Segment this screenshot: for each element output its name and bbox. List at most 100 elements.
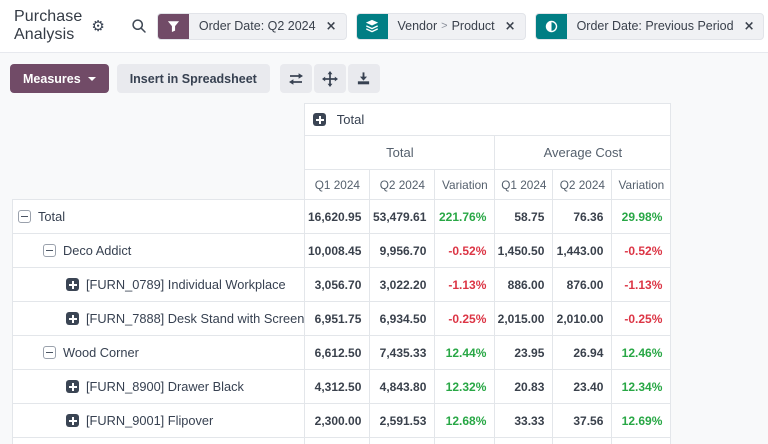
row-label[interactable]: [FURN_7888] Desk Stand with Screen xyxy=(13,302,305,336)
table-row-clipped xyxy=(13,438,671,444)
pivot-cell[interactable]: 37.56 xyxy=(553,404,612,438)
gear-icon[interactable]: ⚙ xyxy=(91,19,104,34)
search-bar[interactable]: Order Date: Q2 2024 × Vendor > Product ×… xyxy=(131,13,765,40)
pivot-cell[interactable]: 26.94 xyxy=(553,336,612,370)
expand-toggle-icon[interactable] xyxy=(43,346,56,359)
pivot-cell[interactable]: 2,300.00 xyxy=(305,404,370,438)
table-row-wood-corner: Wood Corner 6,612.50 7,435.33 12.44% 23.… xyxy=(13,336,671,370)
insert-in-spreadsheet-button[interactable]: Insert in Spreadsheet xyxy=(117,64,270,93)
pivot-cell[interactable]: 1,443.00 xyxy=(553,234,612,268)
pivot-cell[interactable]: 76.36 xyxy=(553,200,612,234)
period-header[interactable]: Q2 2024 xyxy=(553,170,612,200)
measure-group-total[interactable]: Total xyxy=(305,136,495,170)
variation-cell[interactable]: -1.13% xyxy=(612,268,671,302)
column-root-label: Total xyxy=(337,112,364,127)
facet-label: Order Date: Previous Period xyxy=(567,14,743,39)
measures-button-label: Measures xyxy=(23,72,81,86)
pivot-cell[interactable]: 33.33 xyxy=(495,404,553,438)
group-by-icon xyxy=(357,14,388,39)
pivot-table-container: Total Total Average Cost Q1 2024 Q2 2024… xyxy=(12,103,768,444)
pivot-cell[interactable]: 4,843.80 xyxy=(370,370,435,404)
pivot-cell[interactable]: 2,010.00 xyxy=(553,302,612,336)
facet-remove-icon[interactable]: × xyxy=(325,14,346,39)
row-label[interactable]: Total xyxy=(13,200,305,234)
facet-separator: > xyxy=(437,20,451,32)
pivot-cell[interactable]: 3,056.70 xyxy=(305,268,370,302)
pivot-cell[interactable]: 23.95 xyxy=(495,336,553,370)
expand-toggle-icon[interactable] xyxy=(66,380,79,393)
pivot-cell[interactable]: 2,015.00 xyxy=(495,302,553,336)
pivot-toolbar: Measures Insert in Spreadsheet xyxy=(0,53,768,103)
row-label-text: Wood Corner xyxy=(63,345,139,360)
table-row-furn-0789: [FURN_0789] Individual Workplace 3,056.7… xyxy=(13,268,671,302)
variation-cell[interactable]: 12.68% xyxy=(435,404,495,438)
flip-axis-icon[interactable] xyxy=(280,64,312,93)
row-label[interactable]: Wood Corner xyxy=(13,336,305,370)
pivot-cell[interactable]: 10,008.45 xyxy=(305,234,370,268)
table-row-furn-9001: [FURN_9001] Flipover 2,300.00 2,591.53 1… xyxy=(13,404,671,438)
expand-toggle-icon[interactable] xyxy=(43,244,56,257)
pivot-cell[interactable]: 16,620.95 xyxy=(305,200,370,234)
pivot-corner-blank xyxy=(13,136,305,170)
period-header[interactable]: Q2 2024 xyxy=(370,170,435,200)
pivot-cell[interactable]: 1,450.50 xyxy=(495,234,553,268)
period-header[interactable]: Q1 2024 xyxy=(495,170,553,200)
expand-toggle-icon[interactable] xyxy=(18,210,31,223)
column-root-header[interactable]: Total xyxy=(305,104,671,136)
breadcrumb: Purchase Analysis ⚙ xyxy=(14,8,105,44)
pivot-cell[interactable]: 6,934.50 xyxy=(370,302,435,336)
pivot-header-measure-groups: Total Average Cost xyxy=(13,136,671,170)
download-icon[interactable] xyxy=(348,64,380,93)
expand-toggle-icon[interactable] xyxy=(66,312,79,325)
pivot-cell[interactable]: 58.75 xyxy=(495,200,553,234)
expand-all-icon[interactable] xyxy=(314,64,346,93)
variation-cell[interactable]: 12.69% xyxy=(612,404,671,438)
pivot-cell[interactable]: 53,479.61 xyxy=(370,200,435,234)
period-header[interactable]: Variation xyxy=(435,170,495,200)
row-label[interactable]: [FURN_8900] Drawer Black xyxy=(13,370,305,404)
row-label[interactable]: [FURN_0789] Individual Workplace xyxy=(13,268,305,302)
pivot-cell[interactable]: 9,956.70 xyxy=(370,234,435,268)
variation-cell[interactable]: 221.76% xyxy=(435,200,495,234)
pivot-corner-blank xyxy=(13,104,305,136)
chevron-down-icon xyxy=(88,77,96,81)
variation-cell[interactable]: -0.25% xyxy=(612,302,671,336)
pivot-cell[interactable]: 4,312.50 xyxy=(305,370,370,404)
pivot-cell[interactable]: 6,612.50 xyxy=(305,336,370,370)
measures-button[interactable]: Measures xyxy=(10,64,109,93)
pivot-cell[interactable]: 876.00 xyxy=(553,268,612,302)
expand-toggle-icon[interactable] xyxy=(66,414,79,427)
variation-cell[interactable]: -1.13% xyxy=(435,268,495,302)
pivot-cell[interactable]: 2,591.53 xyxy=(370,404,435,438)
filter-icon xyxy=(158,14,189,39)
variation-cell[interactable]: 12.32% xyxy=(435,370,495,404)
pivot-cell[interactable]: 7,435.33 xyxy=(370,336,435,370)
expand-toggle-icon[interactable] xyxy=(66,278,79,291)
pivot-cell[interactable]: 886.00 xyxy=(495,268,553,302)
pivot-cell[interactable]: 3,022.20 xyxy=(370,268,435,302)
variation-cell[interactable]: -0.52% xyxy=(435,234,495,268)
pivot-cell xyxy=(553,438,612,444)
row-label[interactable]: Deco Addict xyxy=(13,234,305,268)
pivot-cell[interactable]: 23.40 xyxy=(553,370,612,404)
variation-cell[interactable]: -0.52% xyxy=(612,234,671,268)
expand-column-icon[interactable] xyxy=(313,113,326,126)
pivot-cell[interactable]: 6,951.75 xyxy=(305,302,370,336)
top-navbar: Purchase Analysis ⚙ Order Date: Q2 2024 … xyxy=(0,0,768,53)
row-label[interactable]: [FURN_9001] Flipover xyxy=(13,404,305,438)
period-header[interactable]: Variation xyxy=(612,170,671,200)
pivot-cell[interactable]: 20.83 xyxy=(495,370,553,404)
measure-group-average-cost[interactable]: Average Cost xyxy=(495,136,671,170)
variation-cell[interactable]: 12.46% xyxy=(612,336,671,370)
facet-remove-icon[interactable]: × xyxy=(504,14,525,39)
variation-cell[interactable]: 29.98% xyxy=(612,200,671,234)
variation-cell[interactable]: -0.25% xyxy=(435,302,495,336)
pivot-cell xyxy=(305,438,370,444)
table-row-furn-8900: [FURN_8900] Drawer Black 4,312.50 4,843.… xyxy=(13,370,671,404)
period-header[interactable]: Q1 2024 xyxy=(305,170,370,200)
row-label-text: [FURN_8900] Drawer Black xyxy=(86,379,244,394)
variation-cell[interactable]: 12.34% xyxy=(612,370,671,404)
facet-remove-icon[interactable]: × xyxy=(743,14,764,39)
row-label xyxy=(13,438,305,444)
variation-cell[interactable]: 12.44% xyxy=(435,336,495,370)
